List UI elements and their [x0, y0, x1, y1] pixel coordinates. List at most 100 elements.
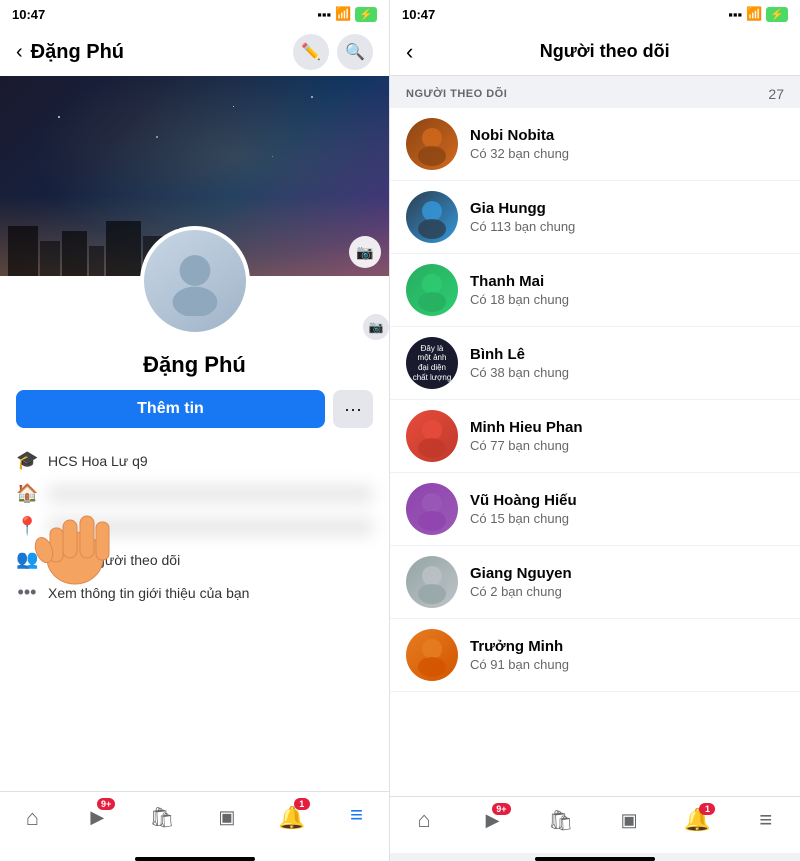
wifi-icon: 📶	[335, 6, 351, 22]
follower-mutual-gia: Có 113 bạn chung	[470, 219, 575, 234]
follower-minh[interactable]: Minh Hieu Phan Có 77 bạn chung	[390, 400, 800, 473]
follower-info-binh: Bình Lê Có 38 bạn chung	[470, 346, 569, 380]
groups-nav-icon: ▣	[218, 807, 235, 828]
more-options-button[interactable]: ···	[333, 390, 373, 428]
left-header-actions: ✏️ 🔍	[293, 34, 373, 70]
follower-info-minh: Minh Hieu Phan Có 77 bạn chung	[470, 419, 583, 453]
home-nav-icon: ⌂	[26, 805, 39, 831]
follower-avatar-vu	[406, 483, 458, 535]
follower-mutual-nobi: Có 32 bạn chung	[470, 146, 569, 161]
right-nav-menu[interactable]: ≡	[732, 803, 800, 837]
followers-icon: 👥	[16, 549, 38, 570]
follower-vu[interactable]: Vũ Hoàng Hiếu Có 15 bạn chung	[390, 473, 800, 546]
avatar[interactable]	[140, 226, 250, 336]
video-badge: 9+	[97, 798, 115, 810]
follower-giang[interactable]: Giang Nguyen Có 2 bạn chung	[390, 546, 800, 619]
follower-mutual-thanh: Có 18 bạn chung	[470, 292, 569, 307]
follower-avatar-thanh	[406, 264, 458, 316]
location-icon: 📍	[16, 516, 38, 537]
follower-name-thanh: Thanh Mai	[470, 273, 569, 290]
follower-thanh[interactable]: Thanh Mai Có 18 bạn chung	[390, 254, 800, 327]
avatar-svg-nobi	[406, 118, 458, 170]
right-nav-groups[interactable]: ▣	[595, 803, 663, 837]
school-icon: 🎓	[16, 450, 38, 471]
right-status-icons: ▪▪▪ 📶 ⚡	[728, 6, 788, 22]
nav-groups[interactable]: ▣	[194, 798, 259, 837]
follower-truong[interactable]: Trưởng Minh Có 91 bạn chung	[390, 619, 800, 692]
right-header: ‹ Người theo dõi	[390, 28, 800, 76]
left-header: ‹ Đặng Phú ✏️ 🔍	[0, 28, 389, 76]
follower-info-vu: Vũ Hoàng Hiếu Có 15 bạn chung	[470, 492, 577, 526]
follower-avatar-minh	[406, 410, 458, 462]
info-item-city: 🏠 Sống tại thành phố Hồ Chí Minh	[16, 477, 373, 510]
info-item-school: 🎓 HCS Hoa Lư q9	[16, 444, 373, 477]
left-status-bar: 10:47 ▪▪▪ 📶 ⚡	[0, 0, 389, 28]
follower-info-thanh: Thanh Mai Có 18 bạn chung	[470, 273, 569, 307]
info-item-followers: 👥 Có 27 người theo dõi	[16, 543, 373, 576]
nav-marketplace[interactable]: 🛍	[130, 798, 195, 837]
edit-button[interactable]: ✏️	[293, 34, 329, 70]
right-nav-video[interactable]: ▶ 9+	[458, 803, 526, 837]
right-time: 10:47	[402, 7, 435, 22]
right-home-indicator	[535, 857, 655, 861]
info-item-bio[interactable]: ••• Xem thông tin giới thiệu của bạn	[16, 576, 373, 609]
followers-section-header: NGƯỜI THEO DÕI 27	[390, 76, 800, 108]
follower-avatar-truong	[406, 629, 458, 681]
follower-gia[interactable]: Gia Hungg Có 113 bạn chung	[390, 181, 800, 254]
more-dots-icon: ···	[344, 399, 362, 420]
follower-mutual-truong: Có 91 bạn chung	[470, 657, 569, 672]
info-text-bio: Xem thông tin giới thiệu của bạn	[48, 585, 373, 601]
follower-mutual-giang: Có 2 bạn chung	[470, 584, 572, 599]
right-header-title: Người theo dõi	[425, 41, 784, 62]
follower-mutual-vu: Có 15 bạn chung	[470, 511, 577, 526]
follower-avatar-nobi	[406, 118, 458, 170]
info-text-hometown: Đến từ Thái Bình, Thái Bình, Vietnam	[48, 519, 373, 535]
followers-section-label: NGƯỜI THEO DÕI	[406, 88, 507, 100]
menu-nav-icon: ≡	[350, 802, 363, 828]
info-text-city: Sống tại thành phố Hồ Chí Minh	[48, 486, 373, 502]
follower-mutual-minh: Có 77 bạn chung	[470, 438, 583, 453]
follower-name-binh: Bình Lê	[470, 346, 569, 363]
add-info-label: Thêm tin	[137, 400, 204, 418]
right-nav-notifications[interactable]: 🔔 1	[663, 803, 731, 837]
follower-name-nobi: Nobi Nobita	[470, 127, 569, 144]
follower-nobi[interactable]: Nobi Nobita Có 32 bạn chung	[390, 108, 800, 181]
home-icon: 🏠	[16, 483, 38, 504]
add-info-button[interactable]: Thêm tin	[16, 390, 325, 428]
follower-binh[interactable]: Đây làmột ảnhđại diệnchất lượng Bình Lê …	[390, 327, 800, 400]
action-buttons: Thêm tin ···	[0, 390, 389, 440]
follower-name-gia: Gia Hungg	[470, 200, 575, 217]
profile-name: Đặng Phú	[0, 344, 389, 390]
info-text-school: HCS Hoa Lư q9	[48, 453, 373, 469]
follower-info-giang: Giang Nguyen Có 2 bạn chung	[470, 565, 572, 599]
avatar-svg-thanh	[406, 264, 458, 316]
marketplace-nav-icon: 🛍	[149, 805, 174, 830]
binh-avatar-text: Đây làmột ảnhđại diệnchất lượng	[409, 340, 456, 386]
right-menu-nav-icon: ≡	[759, 807, 772, 833]
nav-notifications[interactable]: 🔔 1	[259, 798, 324, 837]
nav-menu[interactable]: ≡	[324, 798, 389, 837]
nav-video[interactable]: ▶ 9+	[65, 798, 130, 837]
follower-avatar-gia	[406, 191, 458, 243]
nav-home[interactable]: ⌂	[0, 798, 65, 837]
avatar-camera-button[interactable]: 📷	[361, 312, 390, 342]
right-nav-home[interactable]: ⌂	[390, 803, 458, 837]
avatar-svg-vu	[406, 483, 458, 535]
follower-avatar-giang	[406, 556, 458, 608]
search-button[interactable]: 🔍	[337, 34, 373, 70]
left-header-title: Đặng Phú	[31, 41, 293, 64]
video-nav-icon: ▶	[90, 807, 104, 828]
avatar-svg-giang	[406, 556, 458, 608]
avatar-silhouette	[160, 246, 230, 316]
left-back-button[interactable]: ‹	[16, 41, 23, 64]
signal-icon: ▪▪▪	[317, 7, 331, 22]
right-back-button[interactable]: ‹	[406, 39, 413, 65]
info-list: 🎓 HCS Hoa Lư q9 🏠 Sống tại thành phố Hồ …	[0, 440, 389, 613]
info-item-hometown: 📍 Đến từ Thái Bình, Thái Bình, Vietnam	[16, 510, 373, 543]
right-nav-marketplace[interactable]: 🛍	[527, 803, 595, 837]
followers-count: 27	[768, 86, 784, 102]
info-text-followers: Có 27 người theo dõi	[48, 552, 373, 568]
left-status-icons: ▪▪▪ 📶 ⚡	[317, 6, 377, 22]
right-wifi-icon: 📶	[746, 6, 762, 22]
right-panel: 10:47 ▪▪▪ 📶 ⚡ ‹ Người theo dõi NGƯỜI THE…	[390, 0, 800, 861]
